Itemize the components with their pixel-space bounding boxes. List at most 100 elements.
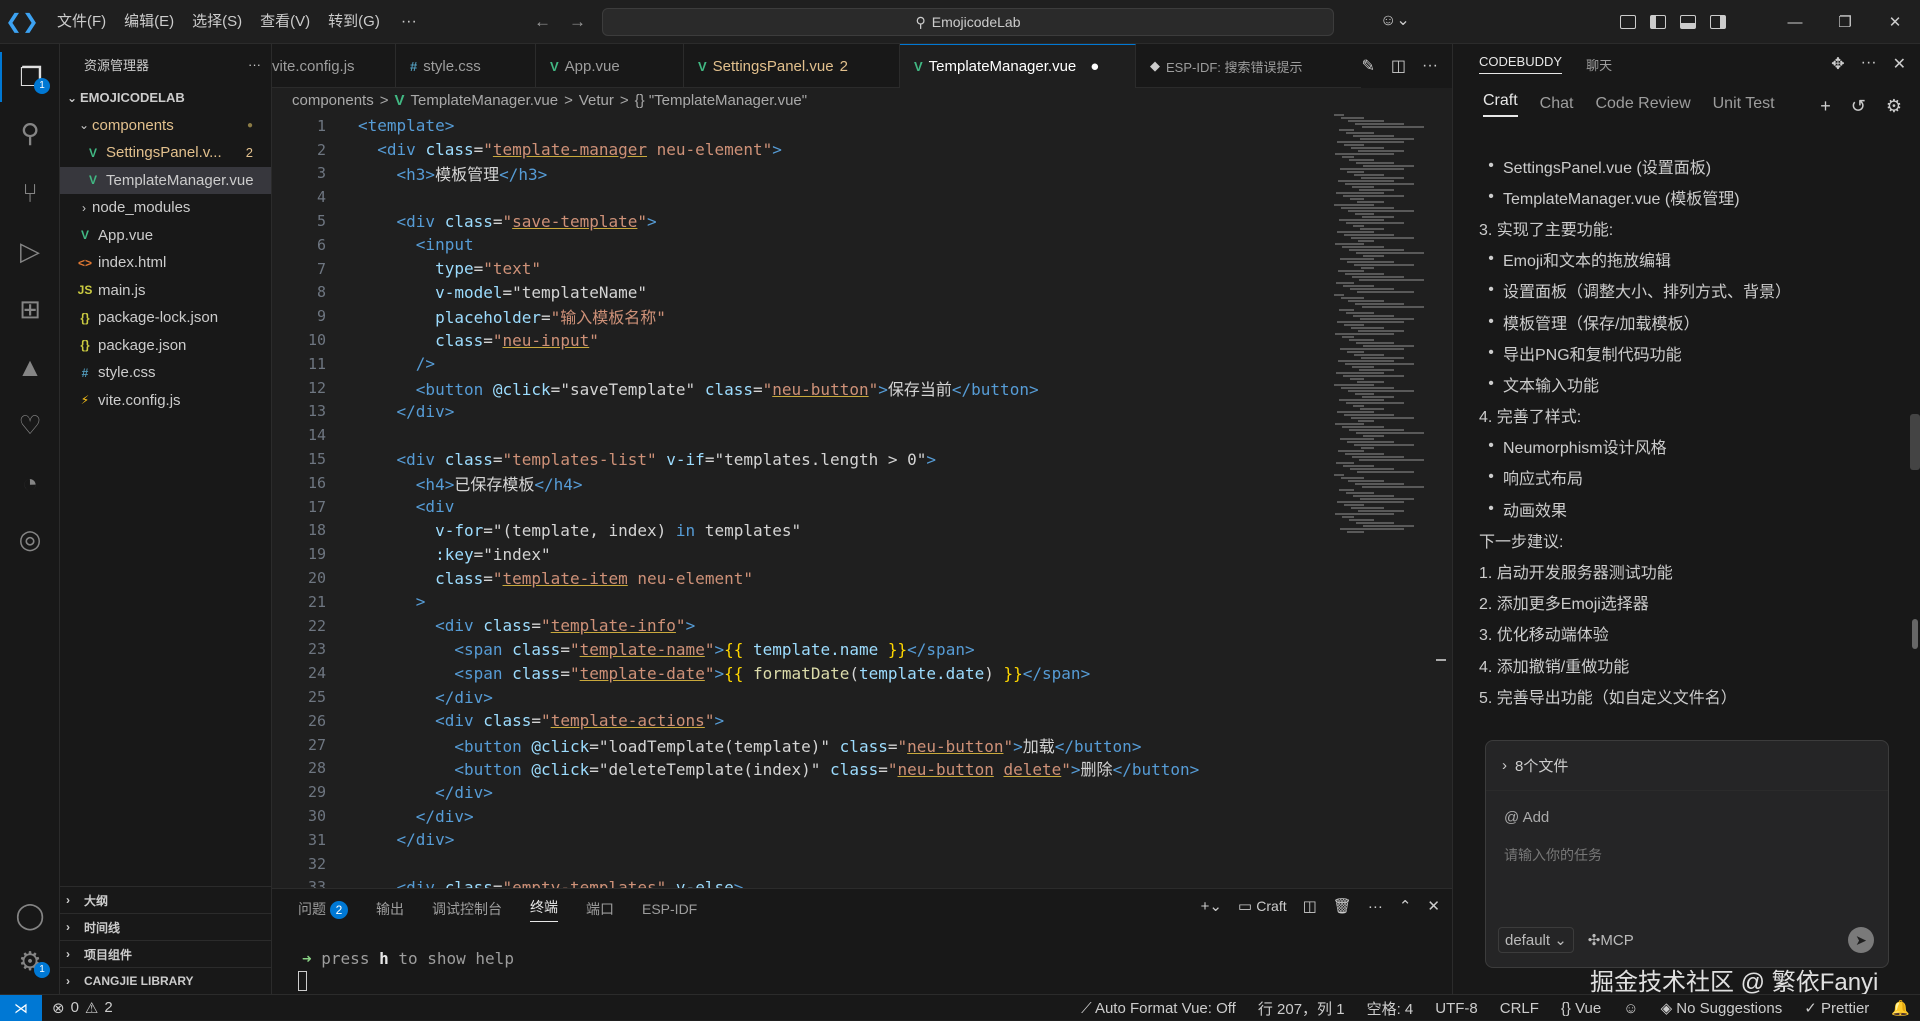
tree-item[interactable]: V TemplateManager.vue — [60, 166, 271, 194]
chat-more-icon[interactable]: ··· — [1861, 54, 1877, 74]
problems-status[interactable]: ⊗ 0 ⚠ 2 — [42, 999, 113, 1017]
tab-code-review[interactable]: Code Review — [1595, 95, 1690, 113]
close-chat-icon[interactable]: ✕ — [1893, 54, 1906, 74]
esp-idf-icon[interactable]: ◎ — [0, 514, 60, 564]
maximize-panel-icon[interactable]: ⌃ — [1399, 897, 1412, 915]
prettier-status[interactable]: ✓ Prettier — [1804, 999, 1869, 1017]
tab-vite-0[interactable]: vite.config.js — [272, 44, 396, 88]
customize-layout-icon[interactable] — [1620, 15, 1636, 29]
codebuddy-icon[interactable]: ♡ — [0, 400, 60, 450]
tab-css-1[interactable]: # style.css — [396, 44, 536, 88]
copilot-status-icon[interactable]: ☺ — [1623, 1000, 1638, 1017]
toggle-primary-sidebar-icon[interactable] — [1650, 15, 1666, 29]
tab-debug-console[interactable]: 调试控制台 — [432, 899, 502, 919]
extensions-icon[interactable]: ⊞ — [0, 284, 60, 334]
split-terminal-icon[interactable]: ◫ — [1303, 897, 1317, 915]
code-editor[interactable]: 1 <template> 2 <div class="template-manage… — [272, 112, 1452, 888]
auto-format-status[interactable]: ⟋ Auto Format Vue: Off — [1081, 1000, 1236, 1017]
menu-go[interactable]: 转到(G) — [319, 0, 389, 44]
tab-vue-3[interactable]: V SettingsPanel.vue 2 — [684, 44, 900, 88]
language-mode[interactable]: {} Vue — [1561, 1000, 1601, 1017]
cursor-position[interactable]: 行 207，列 1 — [1258, 998, 1345, 1019]
task-input[interactable]: 请输入你的任务 — [1504, 845, 1602, 865]
tab-output[interactable]: 输出 — [376, 899, 404, 919]
tab-problems[interactable]: 问题 2 — [298, 899, 348, 919]
tab-chat-cn[interactable]: 聊天 — [1586, 55, 1612, 74]
tree-item[interactable]: {} package.json — [60, 332, 271, 360]
toggle-secondary-sidebar-icon[interactable] — [1710, 15, 1726, 29]
tree-item[interactable]: # style.css — [60, 359, 271, 387]
section-outline[interactable]: › 大纲 — [60, 886, 272, 913]
split-editor-icon[interactable]: ◫ — [1391, 56, 1406, 76]
panel-more-icon[interactable]: ··· — [1368, 898, 1383, 915]
more-actions-icon[interactable]: ··· — [1422, 57, 1438, 75]
menu-selection[interactable]: 选择(S) — [183, 0, 251, 44]
breadcrumb-symbol[interactable]: {} "TemplateManager.vue" — [635, 92, 807, 109]
tab-vue-2[interactable]: V App.vue — [536, 44, 684, 88]
tab-terminal[interactable]: 终端 — [530, 897, 558, 922]
menu-file[interactable]: 文件(F) — [48, 0, 115, 44]
azure-icon[interactable]: ▲ — [0, 342, 60, 392]
tab-ports[interactable]: 端口 — [586, 899, 614, 919]
edge-icon[interactable]: ◔ — [0, 458, 60, 508]
model-select[interactable]: default ⌄ — [1498, 927, 1574, 953]
add-context-button[interactable]: @ Add — [1504, 809, 1549, 826]
run-debug-icon[interactable]: ▷ — [0, 226, 60, 276]
indentation[interactable]: 空格: 4 — [1367, 998, 1414, 1019]
forward-arrow-icon[interactable]: → — [569, 12, 586, 32]
breadcrumb-file[interactable]: TemplateManager.vue — [411, 92, 559, 109]
tab-codebuddy[interactable]: CODEBUDDY — [1479, 54, 1563, 74]
editor-scrollbar[interactable] — [1432, 114, 1446, 884]
source-control-icon[interactable]: ⑂ — [0, 168, 60, 218]
section-project-components[interactable]: › 项目组件 — [60, 940, 272, 967]
menu-view[interactable]: 查看(V) — [251, 0, 319, 44]
workspace-root[interactable]: ⌄ EMOJICODELAB — [60, 84, 271, 112]
restore-icon[interactable]: ❐ — [1820, 13, 1870, 31]
toggle-panel-icon[interactable] — [1680, 15, 1696, 29]
tab-unit-test[interactable]: Unit Test — [1713, 95, 1775, 113]
close-panel-icon[interactable]: ✕ — [1427, 897, 1440, 915]
unsaved-dot-icon[interactable]: ● — [1090, 58, 1099, 75]
explorer-more-button[interactable]: ··· — [248, 57, 261, 72]
tab-chat[interactable]: Chat — [1540, 95, 1574, 113]
mcp-button[interactable]: ✣MCP — [1588, 931, 1634, 949]
encoding[interactable]: UTF-8 — [1435, 1000, 1478, 1017]
tree-item[interactable]: {} package-lock.json — [60, 304, 271, 332]
tab-craft[interactable]: Craft — [1483, 92, 1518, 117]
line-ending[interactable]: CRLF — [1500, 1000, 1539, 1017]
minimap[interactable] — [1326, 114, 1446, 544]
history-icon[interactable]: ↺ — [1851, 96, 1866, 117]
notifications-icon[interactable]: 🔔 — [1891, 999, 1910, 1017]
tree-item[interactable]: V App.vue — [60, 222, 271, 250]
menu-more-button[interactable]: ··· — [389, 0, 429, 44]
tree-item[interactable]: ⌄ components ● — [60, 112, 271, 140]
tree-item[interactable]: <> index.html — [60, 249, 271, 277]
command-center-search[interactable]: ⚲ EmojicodeLab — [602, 8, 1334, 36]
tree-item[interactable]: JS main.js — [60, 277, 271, 305]
suggestions-status[interactable]: ◈ No Suggestions — [1661, 999, 1783, 1017]
chat-settings-icon[interactable]: ⚙ — [1886, 96, 1902, 117]
new-chat-icon[interactable]: + — [1820, 96, 1831, 117]
send-button[interactable]: ➤ — [1848, 927, 1874, 953]
search-view-icon[interactable]: ⚲ — [0, 108, 60, 158]
back-arrow-icon[interactable]: ← — [534, 12, 551, 32]
account-icon[interactable]: ◯ — [0, 890, 60, 940]
trash-icon[interactable]: 🗑 — [1333, 897, 1352, 915]
tab-vue-4[interactable]: V TemplateManager.vue ● — [900, 44, 1136, 88]
menu-edit[interactable]: 编辑(E) — [115, 0, 183, 44]
explorer-icon[interactable]: ❐ 1 — [0, 52, 60, 102]
minimize-icon[interactable]: — — [1770, 14, 1820, 31]
chat-scroll-marker[interactable] — [1912, 619, 1918, 649]
breadcrumb-folder[interactable]: components — [292, 92, 374, 109]
section-timeline[interactable]: › 时间线 — [60, 913, 272, 940]
tree-item[interactable]: › node_modules — [60, 194, 271, 222]
codebuddy-logo-icon[interactable]: ✥ — [1831, 54, 1844, 74]
chat-scroll-thumb[interactable] — [1910, 414, 1920, 470]
tab-esp-idf[interactable]: ESP-IDF — [642, 901, 697, 917]
remote-icon[interactable]: ⋊ — [0, 994, 42, 1021]
terminal-profile[interactable]: ▭ Craft — [1238, 897, 1287, 915]
copilot-icon[interactable]: ☺⌄ — [1380, 10, 1410, 30]
close-window-icon[interactable]: ✕ — [1870, 13, 1920, 31]
section-cangjie-library[interactable]: › CANGJIE LIBRARY — [60, 967, 272, 994]
tree-item[interactable]: V SettingsPanel.v... 2 — [60, 139, 271, 167]
